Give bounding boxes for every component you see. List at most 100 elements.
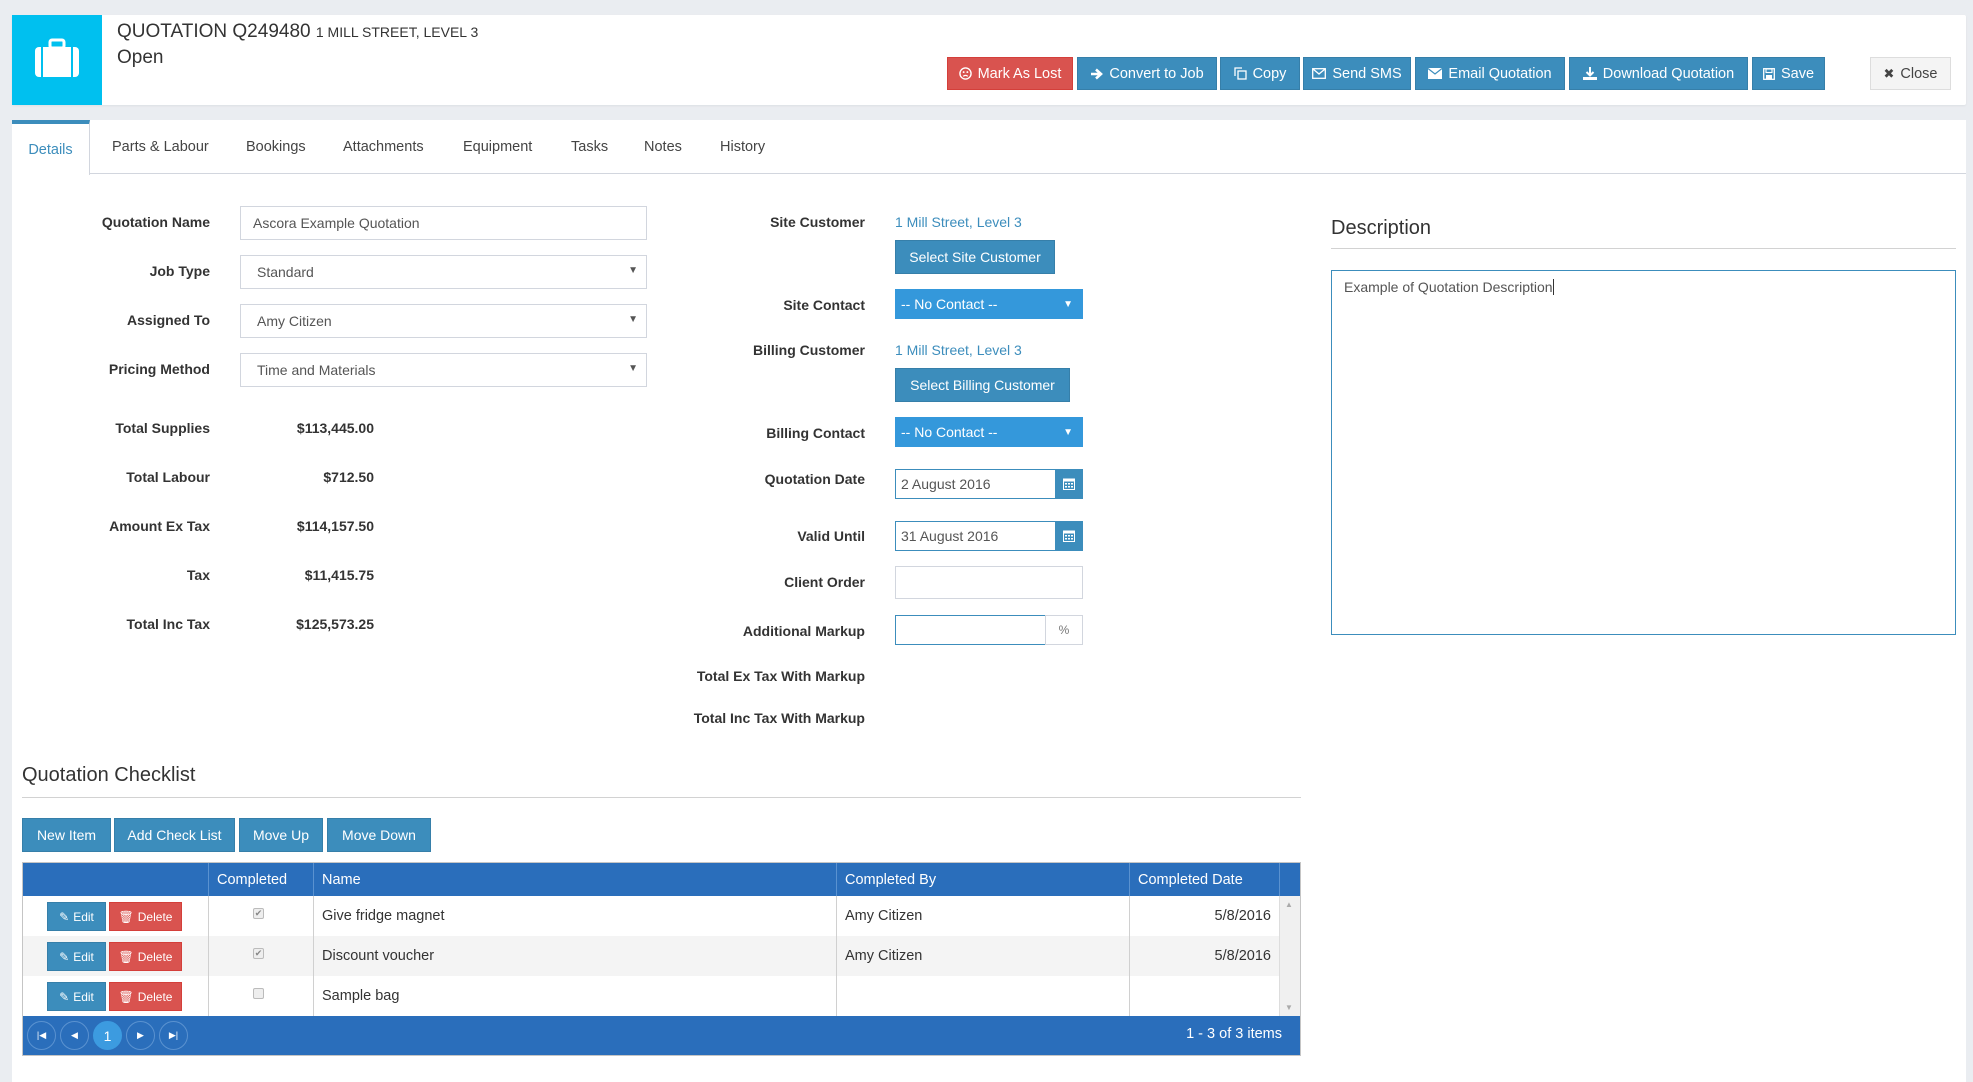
briefcase-icon <box>34 38 80 83</box>
quotation-date-input[interactable]: 2 August 2016 <box>895 469 1083 499</box>
tab-parts-labour[interactable]: Parts & Labour <box>96 120 225 174</box>
column-header-completed-by[interactable]: Completed By <box>837 863 1130 896</box>
tab-bookings[interactable]: Bookings <box>230 120 322 174</box>
select-site-customer-button[interactable]: Select Site Customer <box>895 240 1055 274</box>
convert-to-job-button[interactable]: Convert to Job <box>1077 57 1217 90</box>
site-customer-link[interactable]: 1 Mill Street, Level 3 <box>895 214 1022 230</box>
quotation-number: QUOTATION Q249480 <box>117 21 311 42</box>
copy-button[interactable]: Copy <box>1220 57 1300 90</box>
valid-until-label: Valid Until <box>797 528 865 544</box>
trash-icon: 🗑 <box>118 989 134 1004</box>
column-header-completed-date[interactable]: Completed Date <box>1130 863 1280 896</box>
tab-history[interactable]: History <box>704 120 781 174</box>
actions-cell: ✎ Edit 🗑 Delete <box>23 976 209 1016</box>
save-button[interactable]: Save <box>1752 57 1825 90</box>
completed-checkbox[interactable] <box>253 988 264 999</box>
envelope-outline-icon <box>1312 68 1327 79</box>
column-header-name[interactable]: Name <box>314 863 837 896</box>
download-quotation-button[interactable]: Download Quotation <box>1569 57 1748 90</box>
pencil-icon: ✎ <box>59 909 70 924</box>
assigned-to-select[interactable]: Amy Citizen ▼ <box>240 304 647 338</box>
column-header-completed[interactable]: Completed <box>209 863 314 896</box>
edit-button[interactable]: ✎ Edit <box>47 982 106 1011</box>
site-contact-select[interactable]: -- No Contact -- ▼ <box>895 289 1083 319</box>
scroll-up-icon[interactable]: ▲ <box>1285 900 1293 909</box>
checklist-grid: Completed Name Completed By Completed Da… <box>22 862 1301 1056</box>
chevron-down-icon: ▼ <box>1063 298 1073 310</box>
previous-page-icon[interactable]: ◀ <box>60 1021 89 1050</box>
pager-info: 1 - 3 of 3 items <box>1186 1026 1282 1042</box>
next-page-icon[interactable]: ▶ <box>126 1021 155 1050</box>
job-type-label: Job Type <box>149 263 210 279</box>
select-billing-customer-button[interactable]: Select Billing Customer <box>895 368 1070 402</box>
add-check-list-button[interactable]: Add Check List <box>114 818 235 852</box>
total-inc-tax-value: $125,573.25 <box>296 616 374 632</box>
tab-attachments[interactable]: Attachments <box>327 120 440 174</box>
last-page-icon[interactable]: ▶| <box>159 1021 188 1050</box>
completed-checkbox[interactable]: ✔ <box>253 948 264 959</box>
tab-details[interactable]: Details <box>12 120 90 175</box>
name-cell: Give fridge magnet <box>314 896 837 936</box>
completed-cell: ✔ <box>209 936 314 976</box>
edit-button[interactable]: ✎ Edit <box>47 902 106 931</box>
additional-markup-input[interactable] <box>895 615 1046 645</box>
delete-button[interactable]: 🗑 Delete <box>109 982 182 1011</box>
chevron-down-icon: ▼ <box>1063 426 1073 438</box>
actions-cell: ✎ Edit 🗑 Delete <box>23 936 209 976</box>
tab-equipment[interactable]: Equipment <box>447 120 548 174</box>
calendar-icon[interactable] <box>1055 521 1083 551</box>
edit-button[interactable]: ✎ Edit <box>47 942 106 971</box>
first-page-icon[interactable]: |◀ <box>27 1021 56 1050</box>
status-label: Open <box>117 47 164 68</box>
amount-ex-tax-label: Amount Ex Tax <box>109 518 210 534</box>
billing-contact-select[interactable]: -- No Contact -- ▼ <box>895 417 1083 447</box>
completed-checkbox[interactable]: ✔ <box>253 908 264 919</box>
client-order-label: Client Order <box>784 574 865 590</box>
client-order-input[interactable] <box>895 566 1083 599</box>
job-type-select[interactable]: Standard ▼ <box>240 255 647 289</box>
close-button[interactable]: ✖ Close <box>1870 57 1951 90</box>
billing-customer-link[interactable]: 1 Mill Street, Level 3 <box>895 342 1022 358</box>
column-header-actions <box>23 863 209 896</box>
description-textarea[interactable]: Example of Quotation Description <box>1331 270 1956 635</box>
quotation-address: 1 MILL STREET, LEVEL 3 <box>315 24 479 40</box>
scroll-down-icon[interactable]: ▼ <box>1285 1003 1293 1012</box>
quotation-name-input[interactable]: Ascora Example Quotation <box>240 206 647 240</box>
tab-notes[interactable]: Notes <box>628 120 698 174</box>
name-cell: Sample bag <box>314 976 837 1016</box>
floppy-icon <box>1763 67 1775 80</box>
total-supplies-label: Total Supplies <box>115 420 210 436</box>
move-up-button[interactable]: Move Up <box>239 818 323 852</box>
completed-date-cell: 5/8/2016 <box>1130 936 1280 976</box>
column-header-scroll <box>1280 863 1300 896</box>
page-title: QUOTATION Q249480 1 MILL STREET, LEVEL 3 <box>117 21 478 43</box>
chevron-down-icon: ▼ <box>628 363 638 374</box>
send-sms-button[interactable]: Send SMS <box>1303 57 1411 90</box>
actions-cell: ✎ Edit 🗑 Delete <box>23 896 209 936</box>
current-page-button[interactable]: 1 <box>93 1021 122 1050</box>
grid-scrollbar[interactable]: ▲ ▼ <box>1279 896 1300 1016</box>
total-supplies-value: $113,445.00 <box>296 420 374 436</box>
tab-tasks[interactable]: Tasks <box>555 120 624 174</box>
checklist-divider <box>22 797 1301 798</box>
delete-button[interactable]: 🗑 Delete <box>109 902 182 931</box>
delete-button[interactable]: 🗑 Delete <box>109 942 182 971</box>
grid-pager: |◀ ◀ 1 ▶ ▶| 1 - 3 of 3 items <box>23 1016 1300 1055</box>
text-cursor <box>1552 279 1554 295</box>
pricing-method-label: Pricing Method <box>108 361 210 377</box>
pricing-method-select[interactable]: Time and Materials ▼ <box>240 353 647 387</box>
additional-markup-label: Additional Markup <box>742 623 865 639</box>
calendar-icon[interactable] <box>1055 469 1083 499</box>
move-down-button[interactable]: Move Down <box>327 818 431 852</box>
amount-ex-tax-value: $114,157.50 <box>296 518 374 534</box>
new-item-button[interactable]: New Item <box>22 818 111 852</box>
completed-date-cell <box>1130 976 1280 1016</box>
total-inc-tax-label: Total Inc Tax <box>126 616 211 632</box>
email-quotation-button[interactable]: Email Quotation <box>1415 57 1565 90</box>
mark-as-lost-button[interactable]: Mark As Lost <box>947 57 1073 90</box>
quotation-date-label: Quotation Date <box>764 471 865 487</box>
arrow-right-icon <box>1090 68 1104 80</box>
valid-until-input[interactable]: 31 August 2016 <box>895 521 1083 551</box>
download-icon <box>1582 67 1597 80</box>
pencil-icon: ✎ <box>59 989 70 1004</box>
